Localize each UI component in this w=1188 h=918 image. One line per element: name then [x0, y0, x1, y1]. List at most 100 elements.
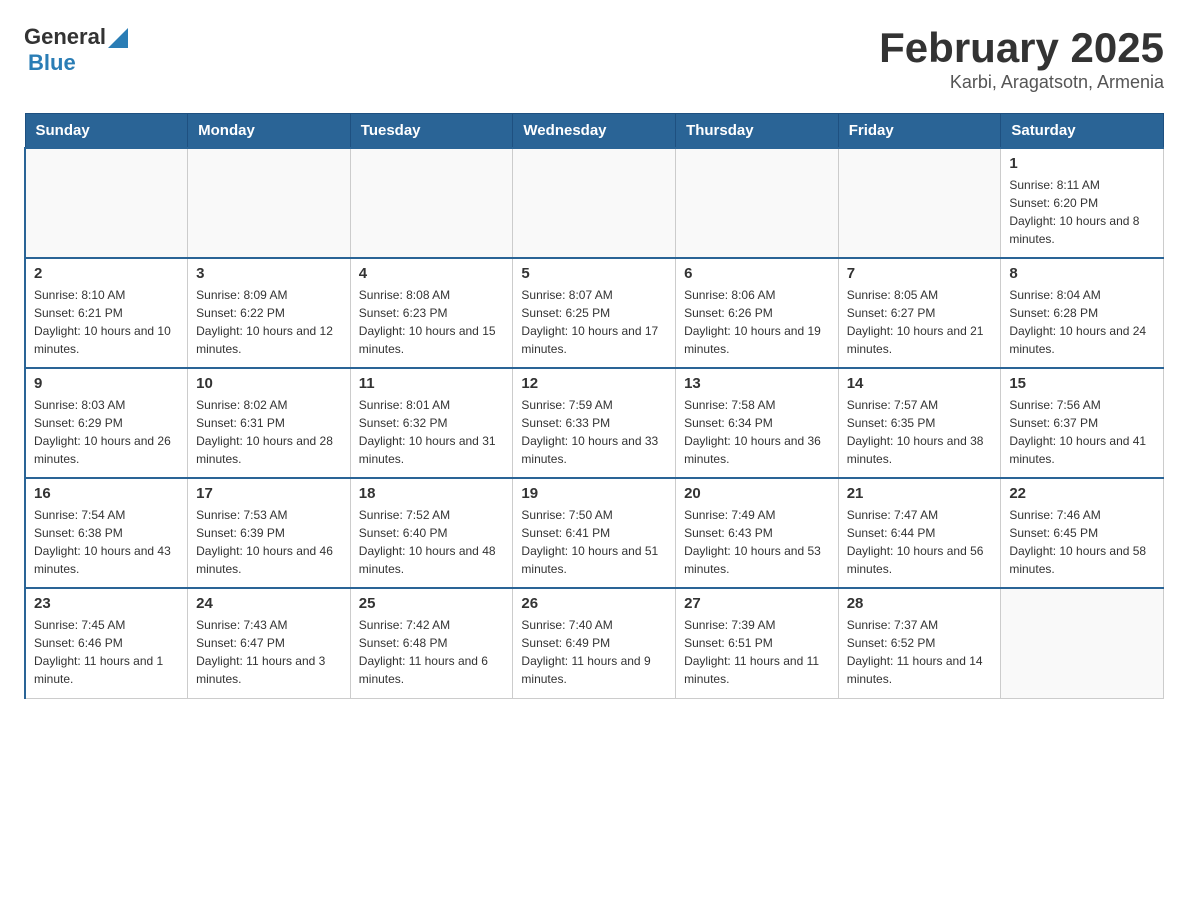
title-block: February 2025 Karbi, Aragatsotn, Armenia	[879, 24, 1164, 93]
calendar-cell: 27 Sunrise: 7:39 AM Sunset: 6:51 PM Dayli…	[676, 588, 839, 698]
calendar-cell: 2 Sunrise: 8:10 AM Sunset: 6:21 PM Daylig…	[25, 258, 188, 368]
day-number: 8	[1009, 265, 1155, 282]
day-number: 11	[359, 375, 505, 392]
day-info: Sunrise: 8:10 AM Sunset: 6:21 PM Dayligh…	[34, 286, 179, 358]
day-info: Sunrise: 7:50 AM Sunset: 6:41 PM Dayligh…	[521, 506, 667, 578]
calendar-week-3: 9 Sunrise: 8:03 AM Sunset: 6:29 PM Daylig…	[25, 368, 1164, 478]
calendar-cell: 18 Sunrise: 7:52 AM Sunset: 6:40 PM Dayli…	[350, 478, 513, 588]
calendar-cell: 11 Sunrise: 8:01 AM Sunset: 6:32 PM Dayli…	[350, 368, 513, 478]
weekday-header-thursday: Thursday	[676, 114, 839, 149]
day-number: 28	[847, 595, 993, 612]
day-number: 25	[359, 595, 505, 612]
day-info: Sunrise: 8:01 AM Sunset: 6:32 PM Dayligh…	[359, 396, 505, 468]
day-info: Sunrise: 8:03 AM Sunset: 6:29 PM Dayligh…	[34, 396, 179, 468]
calendar-cell	[188, 148, 351, 258]
calendar-cell: 5 Sunrise: 8:07 AM Sunset: 6:25 PM Daylig…	[513, 258, 676, 368]
calendar-cell: 24 Sunrise: 7:43 AM Sunset: 6:47 PM Dayli…	[188, 588, 351, 698]
day-number: 27	[684, 595, 830, 612]
calendar-week-1: 1Sunrise: 8:11 AM Sunset: 6:20 PM Daylig…	[25, 148, 1164, 258]
day-number: 5	[521, 265, 667, 282]
day-info: Sunrise: 7:57 AM Sunset: 6:35 PM Dayligh…	[847, 396, 993, 468]
calendar-cell	[25, 148, 188, 258]
day-number: 4	[359, 265, 505, 282]
calendar-cell	[838, 148, 1001, 258]
day-info: Sunrise: 8:11 AM Sunset: 6:20 PM Dayligh…	[1009, 176, 1155, 248]
day-number: 18	[359, 485, 505, 502]
calendar-cell: 23 Sunrise: 7:45 AM Sunset: 6:46 PM Dayli…	[25, 588, 188, 698]
page-header: General Blue February 2025 Karbi, Aragat…	[24, 24, 1164, 93]
calendar-cell: 22 Sunrise: 7:46 AM Sunset: 6:45 PM Dayli…	[1001, 478, 1164, 588]
day-number: 14	[847, 375, 993, 392]
calendar-cell	[676, 148, 839, 258]
day-info: Sunrise: 8:06 AM Sunset: 6:26 PM Dayligh…	[684, 286, 830, 358]
logo-triangle-icon	[108, 28, 128, 48]
day-info: Sunrise: 8:05 AM Sunset: 6:27 PM Dayligh…	[847, 286, 993, 358]
day-number: 6	[684, 265, 830, 282]
calendar-cell: 4Sunrise: 8:08 AM Sunset: 6:23 PM Daylig…	[350, 258, 513, 368]
calendar-cell: 15 Sunrise: 7:56 AM Sunset: 6:37 PM Dayli…	[1001, 368, 1164, 478]
calendar-cell	[1001, 588, 1164, 698]
day-number: 10	[196, 375, 342, 392]
calendar-cell	[350, 148, 513, 258]
day-number: 21	[847, 485, 993, 502]
day-info: Sunrise: 7:45 AM Sunset: 6:46 PM Dayligh…	[34, 616, 179, 688]
day-info: Sunrise: 7:56 AM Sunset: 6:37 PM Dayligh…	[1009, 396, 1155, 468]
day-info: Sunrise: 7:40 AM Sunset: 6:49 PM Dayligh…	[521, 616, 667, 688]
day-number: 13	[684, 375, 830, 392]
day-number: 7	[847, 265, 993, 282]
calendar-table: SundayMondayTuesdayWednesdayThursdayFrid…	[24, 113, 1164, 699]
day-number: 24	[196, 595, 342, 612]
day-info: Sunrise: 7:43 AM Sunset: 6:47 PM Dayligh…	[196, 616, 342, 688]
day-info: Sunrise: 7:39 AM Sunset: 6:51 PM Dayligh…	[684, 616, 830, 688]
day-number: 23	[34, 595, 179, 612]
day-info: Sunrise: 7:53 AM Sunset: 6:39 PM Dayligh…	[196, 506, 342, 578]
logo: General Blue	[24, 24, 128, 76]
day-number: 15	[1009, 375, 1155, 392]
day-number: 2	[34, 265, 179, 282]
day-number: 19	[521, 485, 667, 502]
logo-general: General	[24, 24, 106, 50]
weekday-header-saturday: Saturday	[1001, 114, 1164, 149]
day-number: 12	[521, 375, 667, 392]
calendar-week-2: 2 Sunrise: 8:10 AM Sunset: 6:21 PM Daylig…	[25, 258, 1164, 368]
day-number: 9	[34, 375, 179, 392]
calendar-cell: 7 Sunrise: 8:05 AM Sunset: 6:27 PM Daylig…	[838, 258, 1001, 368]
calendar-cell: 26 Sunrise: 7:40 AM Sunset: 6:49 PM Dayli…	[513, 588, 676, 698]
calendar-cell: 10 Sunrise: 8:02 AM Sunset: 6:31 PM Dayli…	[188, 368, 351, 478]
month-title: February 2025	[879, 24, 1164, 72]
calendar-cell: 21 Sunrise: 7:47 AM Sunset: 6:44 PM Dayli…	[838, 478, 1001, 588]
logo-blue: Blue	[28, 50, 76, 76]
day-info: Sunrise: 7:54 AM Sunset: 6:38 PM Dayligh…	[34, 506, 179, 578]
calendar-cell: 17Sunrise: 7:53 AM Sunset: 6:39 PM Dayli…	[188, 478, 351, 588]
day-info: Sunrise: 8:02 AM Sunset: 6:31 PM Dayligh…	[196, 396, 342, 468]
day-info: Sunrise: 7:58 AM Sunset: 6:34 PM Dayligh…	[684, 396, 830, 468]
day-number: 3	[196, 265, 342, 282]
day-info: Sunrise: 7:46 AM Sunset: 6:45 PM Dayligh…	[1009, 506, 1155, 578]
calendar-cell: 6 Sunrise: 8:06 AM Sunset: 6:26 PM Daylig…	[676, 258, 839, 368]
weekday-header-tuesday: Tuesday	[350, 114, 513, 149]
calendar-cell	[513, 148, 676, 258]
calendar-header: SundayMondayTuesdayWednesdayThursdayFrid…	[25, 114, 1164, 149]
day-number: 16	[34, 485, 179, 502]
day-info: Sunrise: 7:52 AM Sunset: 6:40 PM Dayligh…	[359, 506, 505, 578]
day-info: Sunrise: 8:09 AM Sunset: 6:22 PM Dayligh…	[196, 286, 342, 358]
day-info: Sunrise: 7:37 AM Sunset: 6:52 PM Dayligh…	[847, 616, 993, 688]
day-info: Sunrise: 7:49 AM Sunset: 6:43 PM Dayligh…	[684, 506, 830, 578]
day-number: 20	[684, 485, 830, 502]
calendar-cell: 19 Sunrise: 7:50 AM Sunset: 6:41 PM Dayli…	[513, 478, 676, 588]
calendar-week-4: 16 Sunrise: 7:54 AM Sunset: 6:38 PM Dayli…	[25, 478, 1164, 588]
day-info: Sunrise: 7:59 AM Sunset: 6:33 PM Dayligh…	[521, 396, 667, 468]
calendar-cell: 16 Sunrise: 7:54 AM Sunset: 6:38 PM Dayli…	[25, 478, 188, 588]
day-info: Sunrise: 7:42 AM Sunset: 6:48 PM Dayligh…	[359, 616, 505, 688]
day-number: 22	[1009, 485, 1155, 502]
weekday-header-monday: Monday	[188, 114, 351, 149]
day-number: 26	[521, 595, 667, 612]
location-title: Karbi, Aragatsotn, Armenia	[879, 72, 1164, 93]
calendar-week-5: 23 Sunrise: 7:45 AM Sunset: 6:46 PM Dayli…	[25, 588, 1164, 698]
calendar-cell: 1Sunrise: 8:11 AM Sunset: 6:20 PM Daylig…	[1001, 148, 1164, 258]
calendar-cell: 9 Sunrise: 8:03 AM Sunset: 6:29 PM Daylig…	[25, 368, 188, 478]
weekday-header-friday: Friday	[838, 114, 1001, 149]
day-info: Sunrise: 8:07 AM Sunset: 6:25 PM Dayligh…	[521, 286, 667, 358]
day-info: Sunrise: 7:47 AM Sunset: 6:44 PM Dayligh…	[847, 506, 993, 578]
calendar-cell: 3 Sunrise: 8:09 AM Sunset: 6:22 PM Daylig…	[188, 258, 351, 368]
